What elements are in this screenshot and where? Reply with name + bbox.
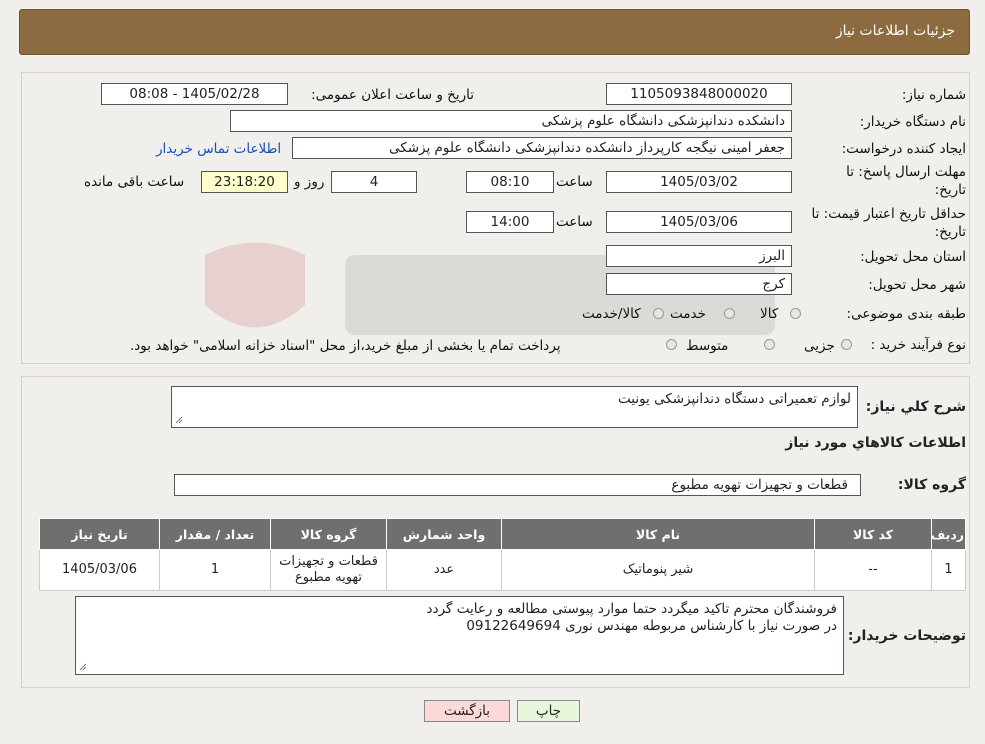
process-note: پرداخت تمام یا بخشی از مبلغ خرید،از محل …	[130, 338, 561, 354]
province-label: استان محل تحویل:	[860, 249, 966, 265]
validity-time-field: 14:00	[466, 211, 554, 233]
deadline-date-field: 1405/03/02	[606, 171, 792, 193]
city-field: کرج	[606, 273, 792, 295]
remaining-time-field: 23:18:20	[201, 171, 288, 193]
page-header: جزئیات اطلاعات نیاز	[19, 9, 970, 55]
category-radio-goods[interactable]	[790, 308, 801, 319]
cell-name: شیر پنوماتیک	[501, 549, 815, 591]
buyer-notes-line-2: در صورت نیاز با کارشناس مربوطه مهندس نور…	[466, 618, 837, 634]
resize-grip-icon[interactable]	[175, 416, 183, 424]
cell-need-date: 1405/03/06	[39, 549, 160, 591]
deadline-time-field: 08:10	[466, 171, 554, 193]
col-header-code: کد کالا	[814, 518, 932, 550]
province-field: البرز	[606, 245, 792, 267]
goods-group-field: قطعات و تجهیزات تهویه مطبوع	[174, 474, 861, 496]
buyer-notes-label: توضیحات خریدار:	[847, 628, 966, 644]
summary-text: لوازم تعمیراتی دستگاه دندانپزشکی یونیت	[617, 391, 851, 407]
creator-field: جعفر امینی نیگجه کارپرداز دانشکده دندانپ…	[292, 137, 792, 159]
print-button[interactable]: چاپ	[517, 700, 580, 722]
buyer-notes-textarea[interactable]: فروشندگان محترم تاکید میگردد حتما موارد …	[75, 596, 844, 675]
cell-unit: عدد	[386, 549, 502, 591]
col-header-quantity: تعداد / مقدار	[159, 518, 271, 550]
announce-label: تاریخ و ساعت اعلان عمومی:	[311, 87, 474, 103]
col-header-group: گروه کالا	[270, 518, 387, 550]
goods-group-label: گروه کالا:	[897, 477, 966, 493]
validity-label-2: تاریخ:	[934, 224, 966, 240]
deadline-label: مهلت ارسال پاسخ: تا	[846, 164, 966, 180]
cell-quantity: 1	[159, 549, 271, 591]
process-label: نوع فرآیند خرید :	[870, 337, 966, 353]
category-option-service: خدمت	[670, 306, 706, 322]
col-header-row-number: ردیف	[931, 518, 966, 550]
page-title: جزئیات اطلاعات نیاز	[835, 23, 955, 39]
summary-label: شرح کلي نياز:	[865, 399, 966, 415]
resize-grip-icon[interactable]	[79, 663, 87, 671]
announce-datetime-field: 1405/02/28 - 08:08	[101, 83, 288, 105]
process-option-medium: متوسط	[686, 338, 729, 354]
process-radio-medium[interactable]	[764, 339, 775, 350]
cell-row-number: 1	[931, 549, 966, 591]
col-header-need-date: تاریخ نیاز	[39, 518, 160, 550]
cell-group: قطعات و تجهیزات تهویه مطبوع	[270, 549, 387, 591]
creator-label: ایجاد کننده درخواست:	[841, 141, 966, 157]
summary-textarea[interactable]: لوازم تعمیراتی دستگاه دندانپزشکی یونیت	[171, 386, 858, 428]
process-option-minor: جزیی	[804, 338, 835, 354]
goods-info-title: اطلاعات کالاهاي مورد نياز	[785, 435, 966, 451]
process-radio-minor[interactable]	[841, 339, 852, 350]
category-radio-goods-service[interactable]	[653, 308, 664, 319]
deadline-time-label: ساعت	[556, 174, 593, 190]
remaining-time-label: ساعت باقی مانده	[84, 174, 185, 190]
validity-date-field: 1405/03/06	[606, 211, 792, 233]
deadline-label-2: تاریخ:	[934, 182, 966, 198]
days-remaining-field: 4	[331, 171, 417, 193]
buyer-org-label: نام دستگاه خریدار:	[859, 114, 966, 130]
category-option-goods-service: کالا/خدمت	[582, 306, 641, 322]
buyer-notes-line-1: فروشندگان محترم تاکید میگردد حتما موارد …	[426, 601, 837, 617]
cell-code: --	[814, 549, 932, 591]
col-header-name: نام کالا	[501, 518, 815, 550]
buyer-org-field: دانشکده دندانپزشکی دانشگاه علوم پزشکی	[230, 110, 792, 132]
table-row: 1 -- شیر پنوماتیک عدد قطعات و تجهیزات ته…	[39, 549, 966, 591]
category-label: طبقه بندی موضوعی:	[846, 306, 966, 322]
buyer-contact-link[interactable]: اطلاعات تماس خریدار	[156, 141, 281, 157]
back-button[interactable]: بازگشت	[424, 700, 510, 722]
days-label: روز و	[294, 174, 325, 190]
table-header-row: ردیف کد کالا نام کالا واحد شمارش گروه کا…	[39, 518, 966, 550]
category-radio-service[interactable]	[724, 308, 735, 319]
validity-time-label: ساعت	[556, 214, 593, 230]
need-number-label: شماره نیاز:	[901, 87, 966, 103]
col-header-unit: واحد شمارش	[386, 518, 502, 550]
goods-table: ردیف کد کالا نام کالا واحد شمارش گروه کا…	[39, 518, 966, 591]
need-number-field: 1105093848000020	[606, 83, 792, 105]
process-radio-treasury[interactable]	[666, 339, 677, 350]
city-label: شهر محل تحویل:	[868, 277, 966, 293]
validity-label: حداقل تاریخ اعتبار قیمت: تا	[811, 206, 966, 222]
category-option-goods: کالا	[760, 306, 779, 322]
